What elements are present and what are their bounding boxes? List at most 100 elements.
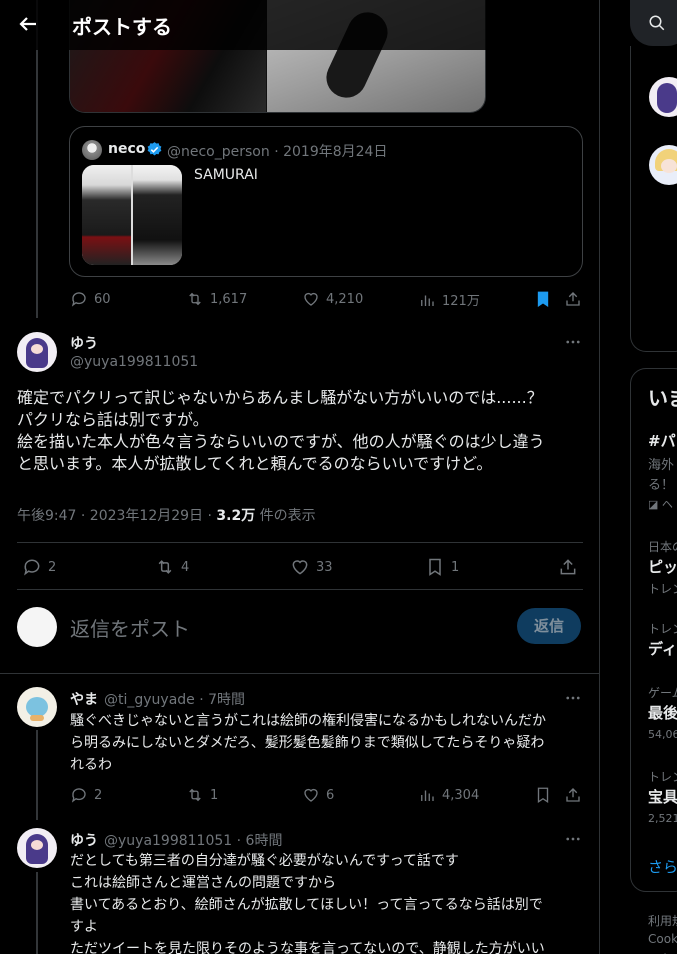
quote-meta: @neco_person · 2019年8月24日 (167, 144, 388, 160)
bookmark-action[interactable] (534, 786, 552, 804)
reply-count: 2 (48, 559, 57, 575)
author-handle-time[interactable]: @ti_gyuyade · 7時間 (104, 689, 245, 709)
heart-icon (304, 788, 318, 802)
divider (17, 542, 583, 543)
trend-item[interactable]: #パ (648, 430, 677, 451)
verified-badge-icon (147, 142, 162, 156)
footer-link[interactable]: Cook (648, 932, 677, 946)
trend-count: 54,06 (648, 728, 677, 741)
thread-line (36, 730, 38, 820)
reply-icon (71, 788, 86, 803)
reply-action[interactable]: 2 (22, 557, 56, 577)
more-options-icon[interactable] (564, 689, 582, 707)
author-name[interactable]: ゆう (70, 830, 98, 850)
reply-action[interactable]: 2 (70, 786, 102, 804)
avatar[interactable] (17, 687, 57, 727)
post-meta: 午後9:47 · 2023年12月29日 · 3.2万 件の表示 (17, 505, 316, 525)
post-line: と思います。本人が拡散してくれと頼んでるのならいいですけど。 (17, 454, 493, 473)
trend-context: トレン (648, 622, 677, 636)
quote-date[interactable]: 2019年8月24日 (283, 144, 387, 160)
trend-context: 日本の (648, 540, 677, 554)
bookmark-count: 1 (451, 559, 460, 575)
author-name[interactable]: やま (70, 689, 98, 709)
heart-icon (304, 292, 318, 306)
trend-link-label: ヘ (661, 498, 673, 511)
trend-item[interactable]: 最後 (648, 702, 677, 723)
reply-line: 騒ぐべきじゃないと言うがこれは絵師の権利侵害になるかもしれないんだか (70, 713, 546, 729)
author-handle-time[interactable]: @yuya199811051 · 6時間 (104, 830, 282, 850)
trend-context: ゲーム (648, 686, 677, 700)
trend-item[interactable]: ピッ (648, 556, 677, 577)
reply-line: れるわ (70, 757, 112, 773)
author-name[interactable]: ゆう (70, 333, 98, 353)
analytics-icon (421, 295, 434, 306)
divider (17, 589, 583, 590)
search-box[interactable] (630, 0, 677, 46)
reply-input[interactable]: 返信をポスト (70, 613, 190, 642)
bookmark-icon (537, 787, 549, 804)
author-handle[interactable]: @yuya199811051 (70, 354, 198, 370)
share-action[interactable] (558, 557, 578, 577)
page-title: ポストする (72, 15, 172, 39)
views-action[interactable]: 121万 (418, 290, 480, 309)
avatar[interactable] (17, 828, 57, 868)
repost-action[interactable]: 4 (155, 557, 189, 577)
reply-line: ただツイートを見た限りそのような事を言ってないので、静観した方がいい (70, 941, 545, 954)
trend-item[interactable]: 宝具 (648, 786, 677, 807)
share-action[interactable] (564, 786, 582, 804)
repost-count: 1,617 (210, 291, 248, 307)
bookmark-filled-icon (537, 291, 549, 308)
repost-icon (189, 788, 201, 802)
trend-link[interactable]: ◪ ヘ (648, 496, 677, 512)
main-post-actions: 2 4 33 1 (22, 557, 582, 577)
trend-count: 2,521 (648, 812, 677, 825)
analytics-icon (421, 790, 434, 801)
share-icon (560, 559, 576, 575)
repost-action[interactable]: 1,617 (186, 290, 247, 308)
like-count: 6 (326, 787, 335, 803)
like-action[interactable]: 4,210 (302, 290, 363, 308)
more-options-icon[interactable] (564, 333, 582, 351)
back-arrow-icon[interactable] (16, 12, 40, 36)
trend-desc: 海外 (648, 458, 675, 473)
quote-thumbnail[interactable] (82, 165, 182, 265)
views-count: 4,304 (442, 787, 480, 803)
reply-button[interactable]: 返信 (517, 608, 581, 644)
external-link-icon: ◪ (648, 498, 662, 511)
like-count: 33 (316, 559, 333, 575)
post-time[interactable]: 午後9:47 · 2023年12月29日 · (17, 508, 216, 524)
bookmark-action[interactable]: 1 (425, 557, 459, 577)
reply-actions: 2 1 6 4,304 (70, 786, 582, 806)
trend-item[interactable]: ディ (648, 638, 677, 659)
reply-line: ら明るみにしないとダメだろ、髪形髪色髪飾りまで類似してたらそりゃ疑わ (70, 735, 545, 751)
footer-link[interactable]: 利用規 (648, 912, 677, 929)
composer-avatar (17, 607, 57, 647)
bookmark-action[interactable] (534, 290, 552, 308)
top-header: ポストする (0, 0, 599, 50)
quote-handle[interactable]: @neco_person (167, 144, 270, 160)
reply-icon (24, 559, 40, 576)
right-sidebar: いま #パ 海外 る！ ◪ ヘ 日本の ピッ トレン トレン ディ ゲーム 最後… (600, 0, 677, 954)
more-options-icon[interactable] (564, 830, 582, 848)
share-icon (566, 292, 580, 306)
reply-line: これは絵師さんと運営さんの問題ですから (70, 875, 336, 891)
reply-action[interactable]: 60 (70, 290, 111, 308)
repost-icon (158, 560, 172, 574)
avatar[interactable] (17, 332, 57, 372)
quote-card[interactable]: neco @neco_person · 2019年8月24日 SAMURAI (69, 126, 583, 277)
repost-action[interactable]: 1 (186, 786, 218, 804)
views-action[interactable]: 4,304 (418, 786, 479, 804)
show-more-link[interactable]: さら (648, 856, 677, 877)
like-action[interactable]: 33 (290, 557, 333, 577)
trend-context: トレン (648, 770, 677, 784)
share-action[interactable] (564, 290, 582, 308)
thread-line (36, 872, 38, 954)
post-text: 確定でパクリって訳じゃないからあんまし騒がない方がいいのでは......？ パク… (17, 387, 587, 475)
quote-avatar[interactable] (82, 140, 102, 160)
main-column: neco @neco_person · 2019年8月24日 SAMURAI 6… (0, 0, 600, 954)
like-action[interactable]: 6 (302, 786, 334, 804)
footer-link[interactable]: アク (648, 950, 677, 954)
post-line: パクリなら話は別ですが。 (17, 410, 209, 429)
reply-count: 2 (94, 787, 103, 803)
quote-author-name[interactable]: neco (108, 141, 145, 157)
